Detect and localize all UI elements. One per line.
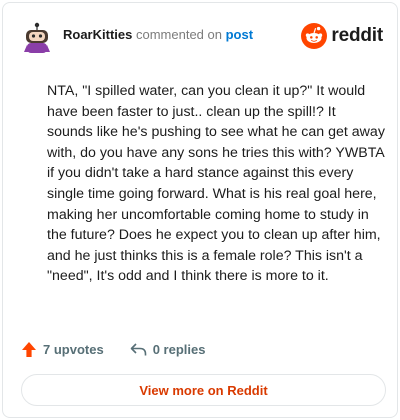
- replies-button[interactable]: 0 replies: [130, 341, 206, 357]
- author-name[interactable]: RoarKitties: [63, 27, 132, 42]
- comment-embed-card: RoarKitties commented on post reddit NTA…: [2, 2, 398, 418]
- upvotes-button[interactable]: 7 upvotes: [21, 341, 104, 358]
- reddit-wordmark: reddit: [331, 25, 383, 46]
- reply-arrow-icon: [130, 342, 146, 355]
- post-link[interactable]: post: [226, 27, 253, 42]
- upvote-arrow-icon: [22, 341, 36, 357]
- upvotes-label: 7 upvotes: [43, 341, 104, 357]
- reddit-logo[interactable]: reddit: [301, 21, 383, 51]
- view-more-button[interactable]: View more on Reddit: [21, 374, 386, 406]
- comment-body: NTA, "I spilled water, can you clean it …: [47, 83, 385, 285]
- comment-header: RoarKitties commented on post reddit: [17, 17, 383, 57]
- reddit-snoo-icon: [301, 23, 328, 49]
- author-line: RoarKitties commented on post: [63, 27, 253, 42]
- replies-label: 0 replies: [152, 341, 206, 357]
- comment-actions: 7 upvotes 0 replies: [21, 339, 205, 359]
- action-text: commented on: [135, 27, 222, 42]
- user-avatar[interactable]: [21, 19, 53, 53]
